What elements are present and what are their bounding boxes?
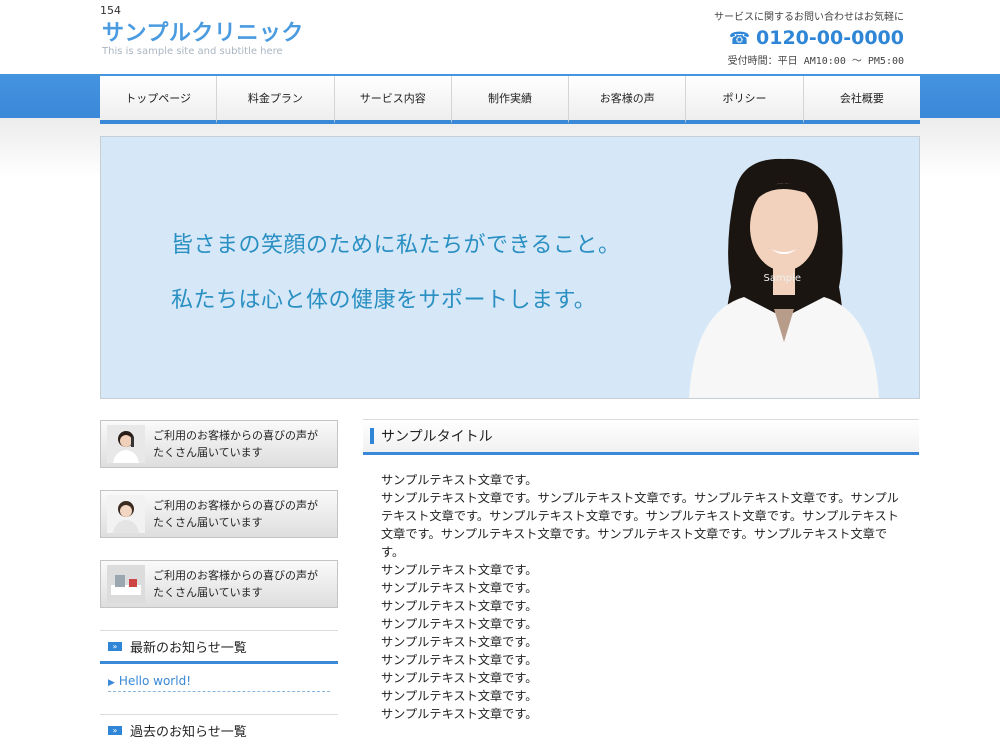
main-content: サンプルタイトル サンプルテキスト文章です。 サンプルテキスト文章です。サンプル… [363,419,919,723]
double-chevron-right-icon: » [108,641,122,651]
body-paragraph: サンプルテキスト文章です。 [381,599,538,613]
hero-headline-1: 皆さまの笑顔のために私たちができること。 [171,233,621,258]
body-paragraph: サンプルテキスト文章です。 [381,707,538,721]
hero-watermark: Sample [763,273,802,284]
logo-title: サンプルクリニック [102,21,304,46]
main-nav: トップページ 料金プラン サービス内容 制作実績 お客様の声 ポリシー 会社概要 [100,76,920,124]
banner-text-line2: たくさん届いています [153,586,263,599]
page-number: 154 [100,4,121,17]
nav-item-testimonials[interactable]: お客様の声 [569,76,687,124]
phone-number-text: 0120-00-0000 [756,27,904,49]
woman-smiling-icon [107,495,145,533]
nav-item-works[interactable]: 制作実績 [451,76,570,124]
news-item-link[interactable]: Hello world! [119,674,191,688]
testimonial-banner[interactable]: ご利用のお客様からの喜びの声が たくさん届いています [100,420,338,468]
body-paragraph: サンプルテキスト文章です。サンプルテキスト文章です。サンプルテキスト文章です。サ… [381,491,899,559]
body-paragraph: サンプルテキスト文章です。 [381,563,538,577]
body-paragraph: サンプルテキスト文章です。 [381,689,538,703]
latest-news-heading: » 最新のお知らせ一覧 [100,630,338,664]
triangle-right-icon: ▶ [108,678,115,688]
nav-item-top[interactable]: トップページ [100,76,218,124]
banner-text-line1: ご利用のお客様からの喜びの声が [153,499,318,512]
news-item[interactable]: ▶ Hello world! [108,674,330,692]
hero-headline-2: 私たちは心と体の健康をサポートします。 [171,288,597,313]
woman-on-phone-icon [107,425,145,463]
body-paragraph: サンプルテキスト文章です。 [381,653,538,667]
double-chevron-right-icon: » [108,725,122,735]
phone-icon: ☎ [728,29,751,49]
sidebar: ご利用のお客様からの喜びの声が たくさん届いています ご利用のお客様からの喜びの… [100,420,338,745]
phone-number[interactable]: ☎ 0120-00-0000 [714,25,904,52]
contact-note: サービスに関するお問い合わせはお気軽に [714,12,904,23]
heading-accent-bar [370,428,374,444]
banner-text-line1: ご利用のお客様からの喜びの声が [153,569,318,582]
past-news-heading-text: 過去のお知らせ一覧 [130,724,247,740]
contact-block: サービスに関するお問い合わせはお気軽に ☎ 0120-00-0000 受付時間：平… [714,8,904,67]
body-paragraph: サンプルテキスト文章です。 [381,581,538,595]
business-hours: 受付時間：平日 AM10:00 ～ PM5:00 [727,56,904,67]
nav-item-services[interactable]: サービス内容 [334,76,452,124]
past-news-heading: » 過去のお知らせ一覧 [100,714,338,745]
banner-text-line2: たくさん届いています [153,516,263,529]
body-paragraph: サンプルテキスト文章です。 [381,473,538,487]
desk-items-icon [107,565,145,603]
banner-text-line2: たくさん届いています [153,446,263,459]
content-body: サンプルテキスト文章です。 サンプルテキスト文章です。サンプルテキスト文章です。… [381,471,901,723]
logo-subtitle: This is sample site and subtitle here [102,46,283,57]
nav-item-policy[interactable]: ポリシー [686,76,804,124]
latest-news-heading-text: 最新のお知らせ一覧 [130,640,247,656]
content-title: サンプルタイトル [381,429,493,445]
nav-item-company[interactable]: 会社概要 [803,76,920,124]
body-paragraph: サンプルテキスト文章です。 [381,671,538,685]
content-heading: サンプルタイトル [363,419,919,455]
body-paragraph: サンプルテキスト文章です。 [381,635,538,649]
testimonial-banner[interactable]: ご利用のお客様からの喜びの声が たくさん届いています [100,560,338,608]
site-logo[interactable]: サンプルクリニック This is sample site and subtit… [102,20,304,57]
nav-item-pricing[interactable]: 料金プラン [217,76,335,124]
banner-text-line1: ご利用のお客様からの喜びの声が [153,429,318,442]
testimonial-banner[interactable]: ご利用のお客様からの喜びの声が たくさん届いています [100,490,338,538]
body-paragraph: サンプルテキスト文章です。 [381,617,538,631]
hero-woman-photo [689,158,879,398]
hero-banner: 皆さまの笑顔のために私たちができること。 私たちは心と体の健康をサポートします。… [100,136,920,399]
